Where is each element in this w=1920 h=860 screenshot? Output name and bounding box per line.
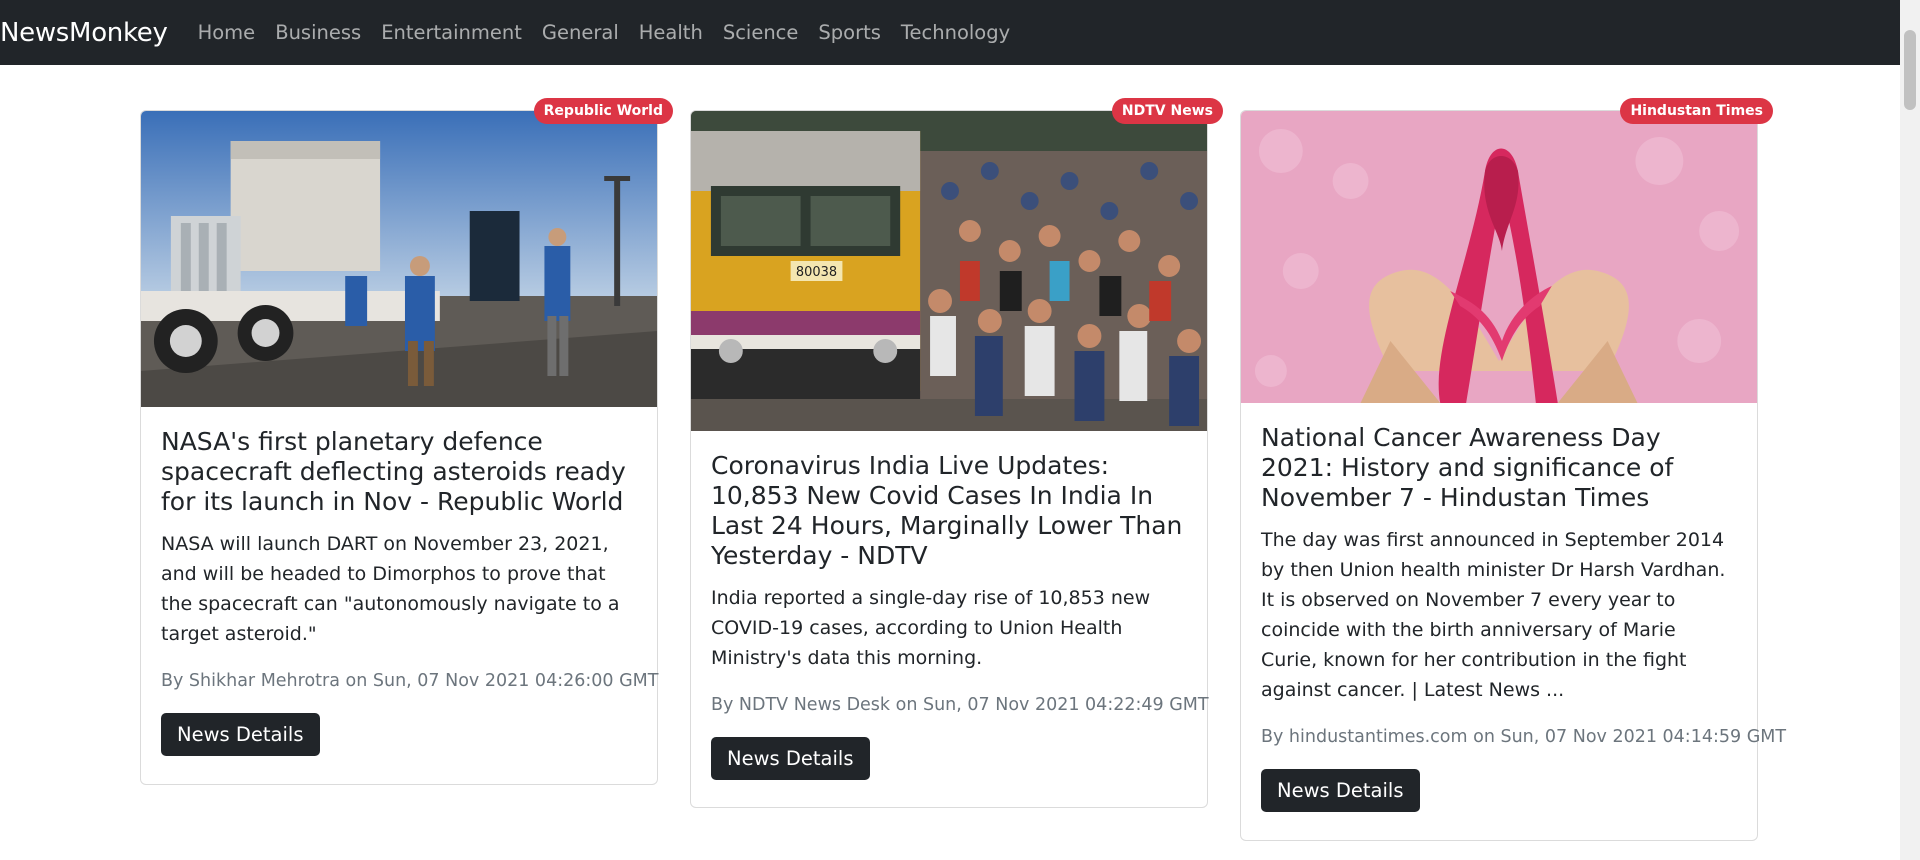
card-body: NASA's first planetary defence spacecraf… [141,407,659,756]
card-body: Coronavirus India Live Updates: 10,853 N… [691,431,1209,780]
article-title: Coronavirus India Live Updates: 10,853 N… [711,451,1183,570]
page-scrollbar[interactable] [1900,0,1920,860]
article-description: India reported a single-day rise of 10,8… [711,587,1151,669]
train-number-label: 80038 [796,265,837,280]
article-description: The day was first announced in September… [1261,529,1726,701]
news-details-button[interactable]: News Details [711,737,870,780]
article-byline: By hindustantimes.com on Sun, 07 Nov 202… [1261,727,1787,747]
news-card: NDTV News 80038 Coronavirus India Live U… [690,98,1223,808]
nav-links: Home Business Entertainment General Heal… [198,21,1031,44]
news-card: Republic World NASA's first planetary de… [140,98,673,785]
source-badge: NDTV News [1111,98,1223,124]
article-byline: By Shikhar Mehrotra on Sun, 07 Nov 2021 … [161,671,659,691]
nav-item-science[interactable]: Science [723,21,799,44]
awareness-ribbon-photo [1241,111,1757,403]
spacecraft-transport-photo [141,111,657,407]
nav-item-home[interactable]: Home [198,21,256,44]
nav-item-entertainment[interactable]: Entertainment [381,21,522,44]
scrollbar-thumb[interactable] [1904,30,1916,110]
card-body: National Cancer Awareness Day 2021: Hist… [1241,403,1787,812]
article-title: NASA's first planetary defence spacecraf… [161,427,626,516]
nav-item-business[interactable]: Business [275,21,361,44]
nav-item-technology[interactable]: Technology [901,21,1010,44]
nav-item-health[interactable]: Health [639,21,703,44]
article-description: NASA will launch DART on November 23, 20… [161,533,620,645]
brand-logo-link[interactable]: NewsMonkey [0,18,168,48]
source-badge: Hindustan Times [1620,98,1773,124]
navbar: NewsMonkey Home Business Entertainment G… [0,0,1900,65]
nav-item-sports[interactable]: Sports [818,21,881,44]
news-card: Hindustan Times National Cancer Awarenes… [1240,98,1787,841]
source-badge: Republic World [533,98,673,124]
news-details-button[interactable]: News Details [1261,769,1420,812]
news-details-button[interactable]: News Details [161,713,320,756]
article-title: National Cancer Awareness Day 2021: Hist… [1261,423,1674,512]
crowded-train-photo: 80038 [691,111,1207,431]
article-byline: By NDTV News Desk on Sun, 07 Nov 2021 04… [711,695,1209,715]
nav-item-general[interactable]: General [542,21,619,44]
